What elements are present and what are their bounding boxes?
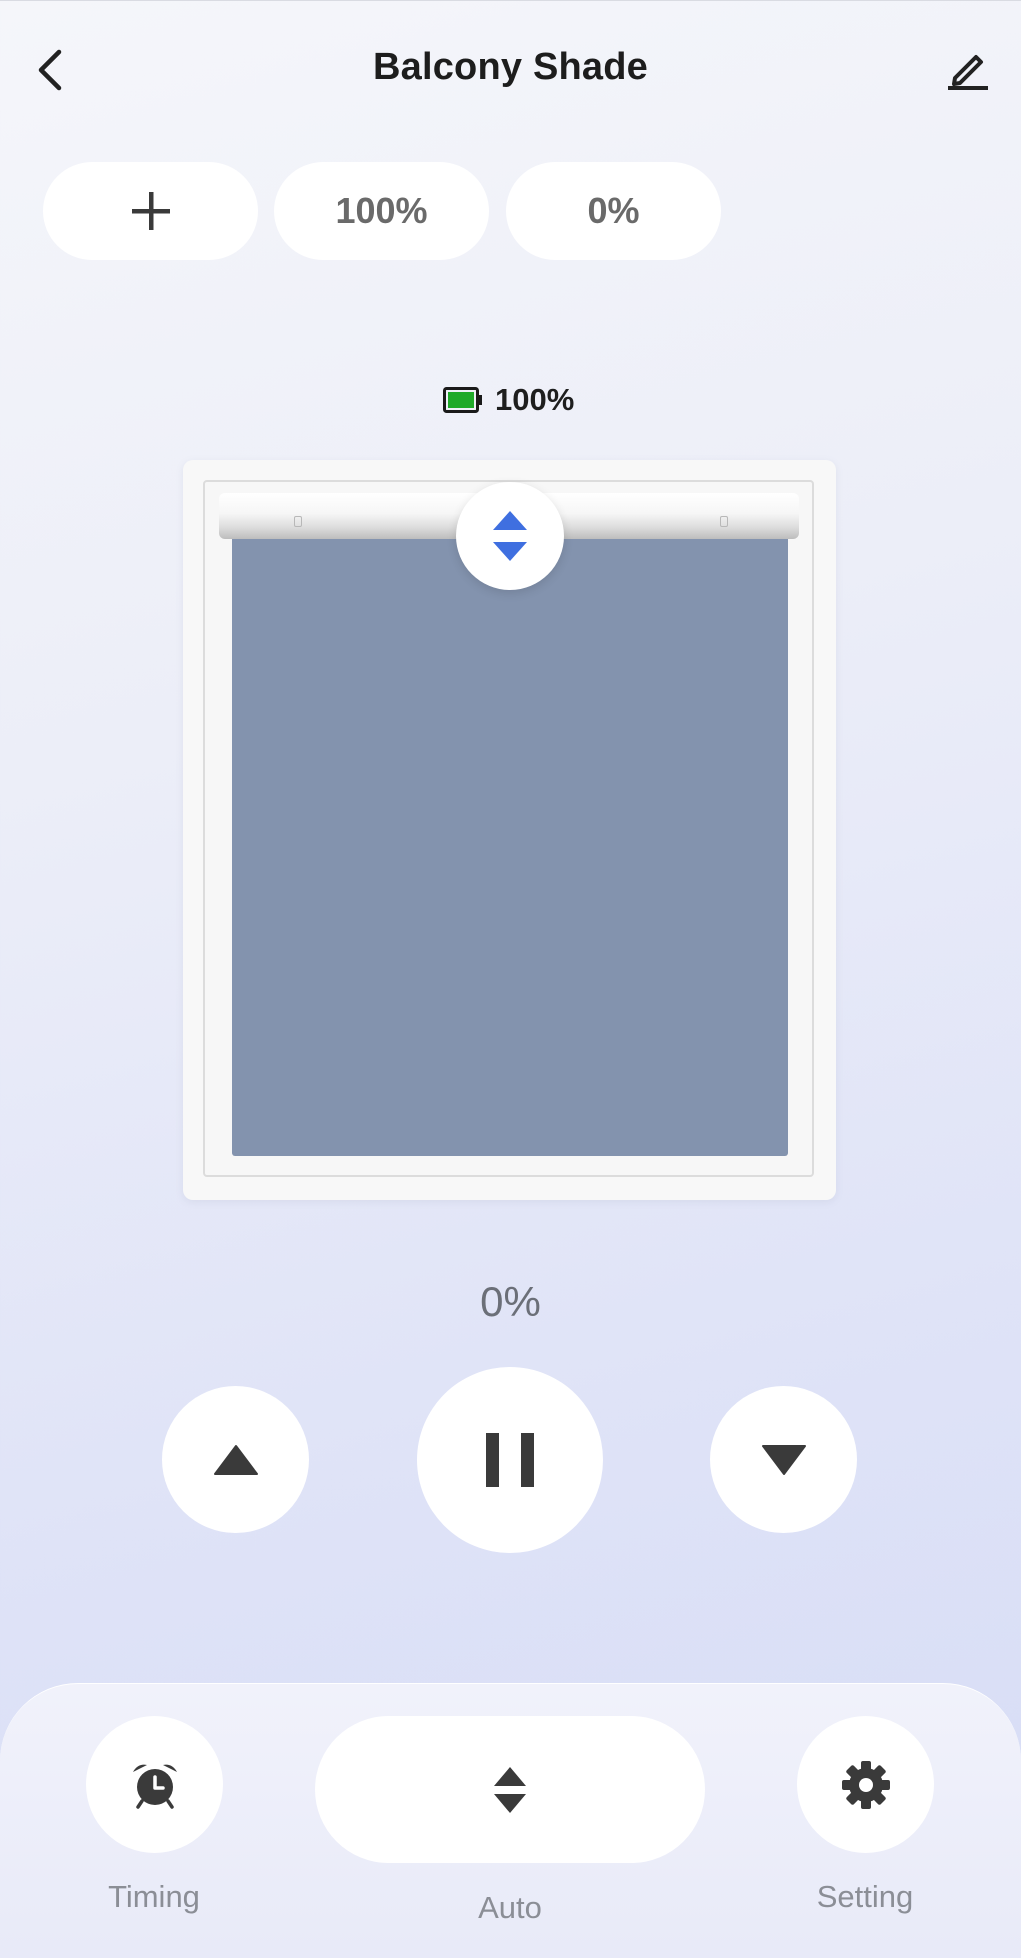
roller-clip-left [294, 516, 302, 527]
triangle-up-icon [213, 1444, 258, 1475]
shade-drag-handle[interactable] [456, 482, 564, 590]
auto-button[interactable] [315, 1716, 705, 1863]
edit-button[interactable] [942, 42, 994, 94]
up-down-arrows-icon [493, 511, 527, 561]
pencil-icon [948, 55, 988, 90]
page-title: Balcony Shade [372, 46, 649, 88]
battery-icon [443, 387, 482, 413]
pause-icon [486, 1433, 534, 1487]
alarm-clock-icon [132, 1764, 177, 1809]
timing-label: Timing [108, 1879, 200, 1914]
preset-0-button[interactable]: 0% [506, 162, 721, 260]
plus-icon [131, 192, 170, 230]
gear-icon [841, 1760, 890, 1809]
up-down-arrows-icon [494, 1766, 526, 1813]
open-button[interactable] [162, 1386, 309, 1533]
battery-level: 100% [495, 382, 575, 417]
auto-label: Auto [478, 1890, 542, 1925]
status-divider [0, 0, 1021, 1]
close-button[interactable] [710, 1386, 857, 1533]
battery-indicator: 100% [443, 382, 574, 418]
add-preset-button[interactable] [43, 162, 258, 260]
preset-100-button[interactable]: 100% [274, 162, 489, 260]
timing-button[interactable] [86, 1716, 223, 1853]
setting-label: Setting [816, 1879, 914, 1914]
triangle-down-icon [761, 1444, 806, 1475]
stop-button[interactable] [417, 1367, 603, 1553]
setting-button[interactable] [797, 1716, 934, 1853]
roller-clip-right [720, 516, 728, 527]
shade-position-percent: 0% [480, 1278, 541, 1325]
shade-fabric[interactable] [232, 535, 788, 1156]
